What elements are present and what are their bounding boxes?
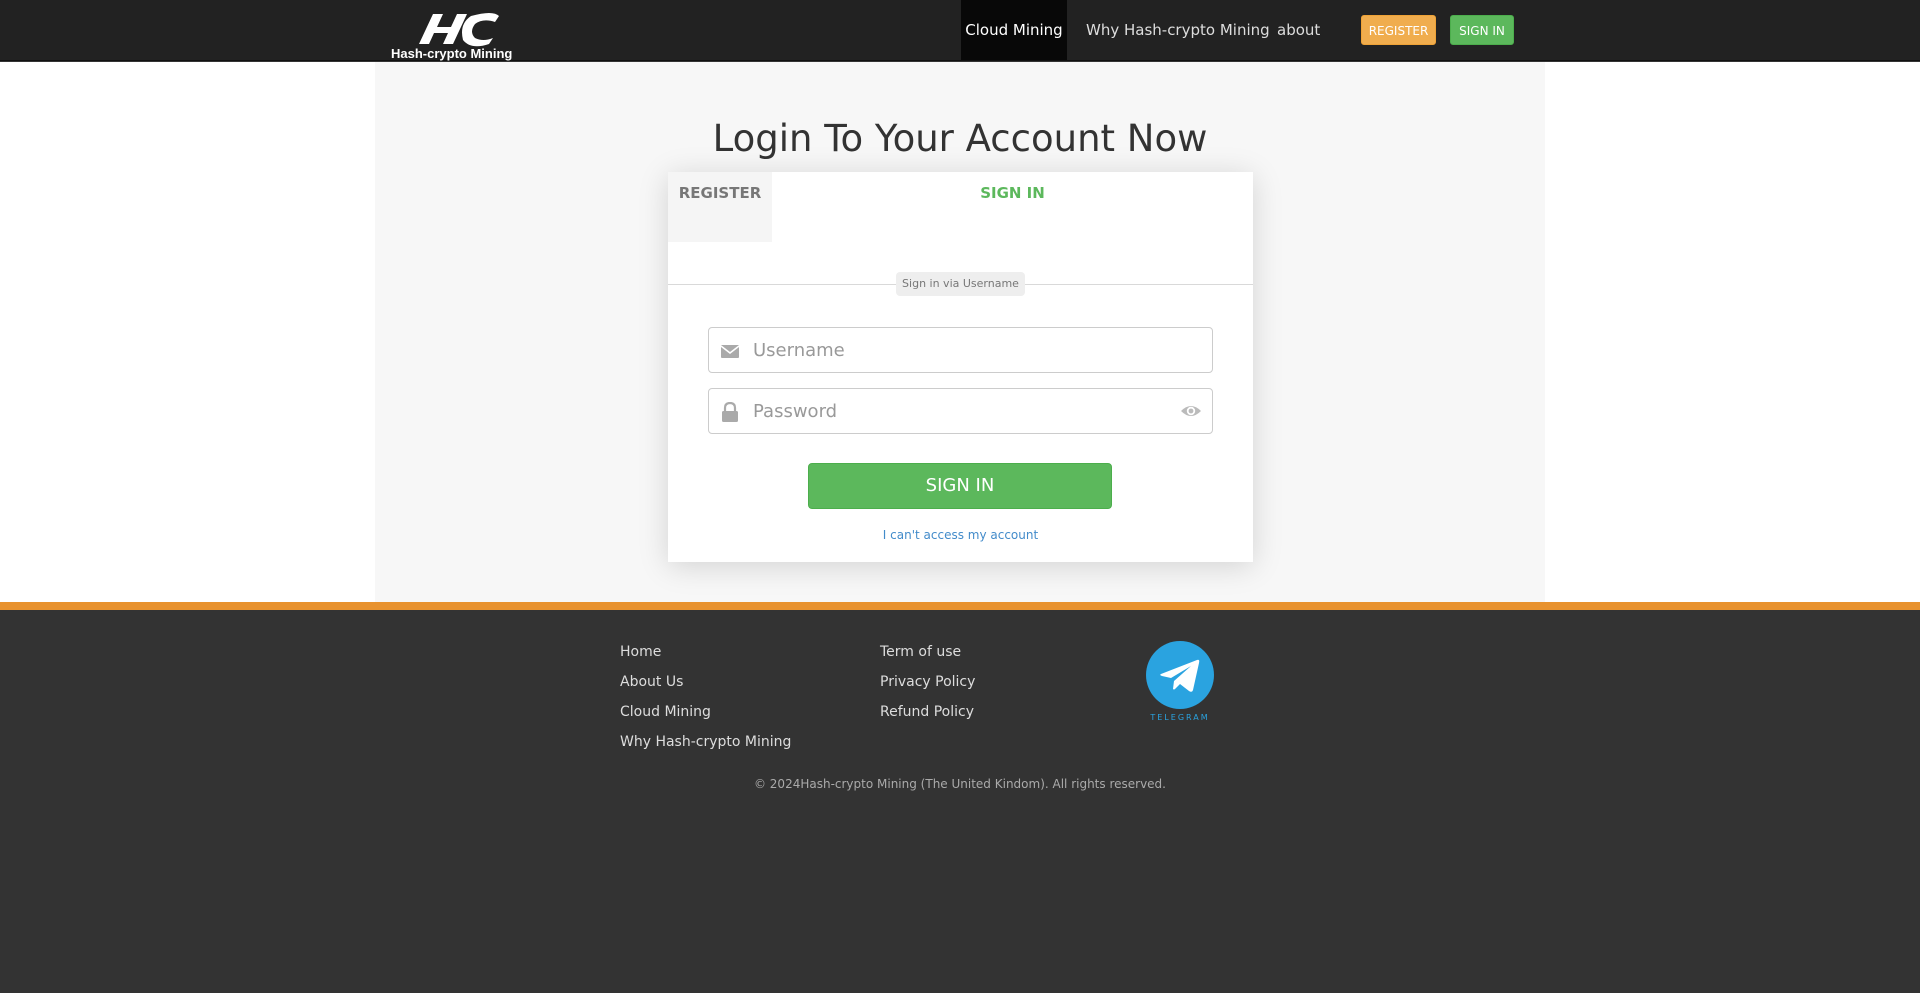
- signin-submit-button[interactable]: SIGN IN: [808, 463, 1112, 509]
- footer-stripe: [0, 602, 1920, 610]
- hash-crypto-logo-icon: [419, 13, 499, 47]
- login-card: REGISTER SIGN IN Sign in via Username SI…: [668, 172, 1253, 562]
- cant-access-account-link[interactable]: I can't access my account: [668, 528, 1253, 542]
- footer: [0, 610, 1920, 993]
- tab-signin[interactable]: SIGN IN: [772, 172, 1253, 242]
- footer-link-why-hash-crypto-mining[interactable]: Why Hash-crypto Mining: [620, 734, 791, 750]
- footer-link-term-of-use[interactable]: Term of use: [880, 644, 961, 660]
- eye-icon[interactable]: [1180, 401, 1202, 421]
- copyright-text: © 2024Hash-crypto Mining (The United Kin…: [753, 777, 1166, 791]
- telegram-link[interactable]: TELEGRAM: [1145, 640, 1215, 725]
- nav-register-button[interactable]: REGISTER: [1361, 15, 1436, 45]
- lock-icon: [722, 402, 738, 422]
- page-title: Login To Your Account Now: [712, 117, 1208, 160]
- nav-about[interactable]: about: [1277, 0, 1320, 60]
- username-input[interactable]: [753, 328, 1153, 372]
- password-input[interactable]: [753, 389, 1153, 433]
- tab-register[interactable]: REGISTER: [668, 172, 772, 242]
- logo-text: Hash-crypto Mining: [391, 46, 513, 61]
- nav-cloud-mining[interactable]: Cloud Mining: [961, 0, 1067, 60]
- footer-link-about-us[interactable]: About Us: [620, 674, 683, 690]
- telegram-icon: [1146, 641, 1214, 709]
- footer-link-home[interactable]: Home: [620, 644, 661, 660]
- top-navbar: Hash-crypto Mining Cloud Mining Why Hash…: [0, 0, 1920, 61]
- divider-label: Sign in via Username: [896, 272, 1025, 296]
- footer-link-cloud-mining[interactable]: Cloud Mining: [620, 704, 711, 720]
- nav-why-hash-crypto-mining[interactable]: Why Hash-crypto Mining: [1086, 0, 1270, 60]
- footer-link-refund-policy[interactable]: Refund Policy: [880, 704, 974, 720]
- envelope-icon: [720, 345, 740, 358]
- footer-link-privacy-policy[interactable]: Privacy Policy: [880, 674, 975, 690]
- site-logo[interactable]: Hash-crypto Mining: [391, 10, 521, 61]
- username-field-wrapper: [708, 327, 1213, 373]
- telegram-label: TELEGRAM: [1150, 713, 1210, 722]
- password-field-wrapper: [708, 388, 1213, 434]
- nav-signin-button[interactable]: SIGN IN: [1450, 15, 1514, 45]
